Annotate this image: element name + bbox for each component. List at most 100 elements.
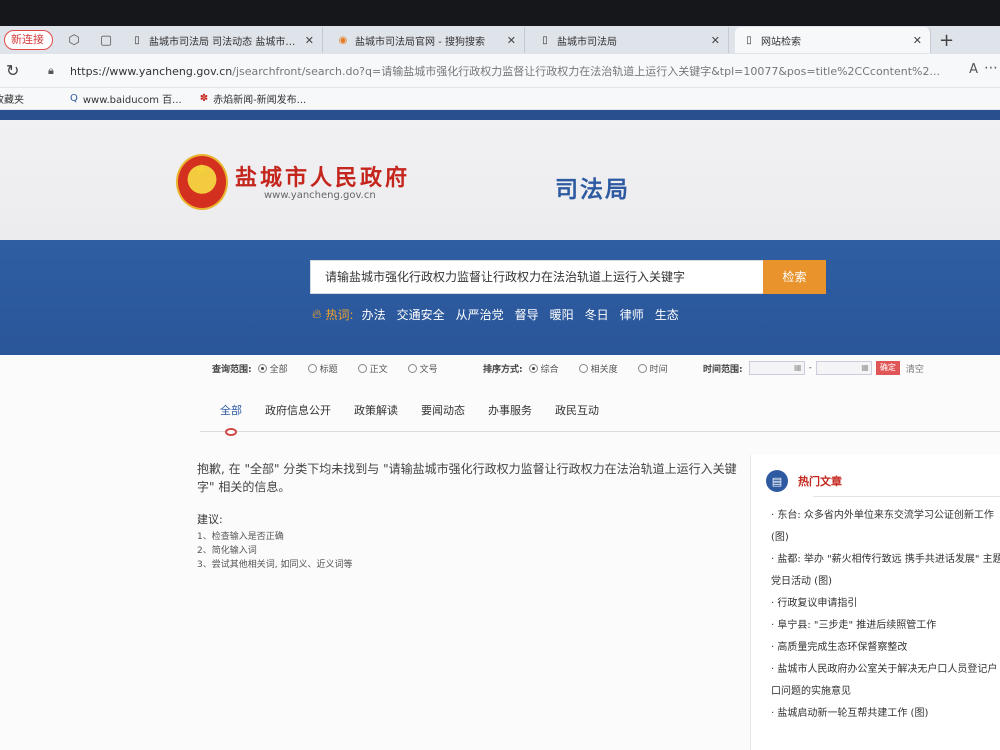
hot-word[interactable]: 生态 — [655, 306, 679, 323]
new-connection-button[interactable]: 新连接 — [4, 30, 53, 50]
bookmark-baidu[interactable]: Q www.baiducom 百... — [70, 91, 182, 106]
sort-label: 排序方式: — [483, 364, 523, 375]
radio-icon — [357, 363, 367, 373]
option-label: 综合 — [540, 364, 559, 375]
hot-word[interactable]: 律师 — [620, 306, 644, 323]
hot-word[interactable]: 交通安全 — [397, 306, 445, 323]
close-icon[interactable]: ✕ — [305, 34, 314, 47]
hot-word[interactable]: 办法 — [362, 306, 386, 323]
radio-icon — [257, 363, 267, 373]
hot-article-link[interactable]: 盐城市人民政府办公室关于解决无户口人员登记户口问题的实施意见 — [771, 659, 1000, 703]
site-header: 盐城市人民政府 www.yancheng.gov.cn 司法局 — [0, 120, 1000, 240]
sort-option[interactable]: 时间 — [637, 362, 668, 375]
suggestion-item: 3、尝试其他相关词, 如同义、近义词等 — [197, 560, 353, 570]
hot-word[interactable]: 冬日 — [585, 306, 609, 323]
tab-2[interactable]: ◉ 盐城市司法局官网 - 搜狗搜索 ✕ — [329, 27, 525, 53]
search-button[interactable]: 检索 — [763, 260, 826, 294]
more-icon[interactable]: ⋯ — [984, 60, 998, 76]
tab-1[interactable]: ▯ 盐城市司法局 司法动态 盐城市司法局 ✕ — [123, 27, 323, 53]
site-domain: www.yancheng.gov.cn — [264, 190, 376, 201]
address-toolbar: ↻ 🔒︎ https://www.yancheng.gov.cn/jsearch… — [0, 54, 1000, 88]
close-icon[interactable]: ✕ — [913, 34, 922, 47]
tab-all[interactable]: 全部 — [220, 402, 242, 418]
confirm-button[interactable]: 确定 — [875, 361, 900, 375]
monitor-bezel — [0, 0, 1000, 26]
tab-title: 盐城市司法局 司法动态 盐城市司法局 — [149, 36, 297, 48]
hot-article-link[interactable]: 东台: 众多省内外单位来东交流学习公证创新工作 (图) — [771, 505, 1000, 549]
start-date-input[interactable]: ▦ — [748, 361, 805, 375]
hot-article-link[interactable]: 行政复议申请指引 — [771, 593, 1000, 615]
tab-actions-icon[interactable]: ▢ — [95, 29, 117, 51]
hot-article-link[interactable]: 盐都: 举办 "薪火相传行致远 携手共进话发展" 主题党日活动 (图) — [771, 549, 1000, 593]
tab-4-active[interactable]: ▯ 网站检索 ✕ — [735, 27, 931, 53]
top-stripe — [0, 110, 1000, 120]
option-label: 标题 — [319, 364, 338, 375]
hot-word[interactable]: 暖阳 — [550, 306, 574, 323]
document-icon: ▤ — [766, 470, 788, 492]
browser-screen: 新连接 ⬡ ▢ ▯ 盐城市司法局 司法动态 盐城市司法局 ✕ ◉ 盐城市司法局官… — [0, 0, 1000, 750]
tab-3[interactable]: ▯ 盐城市司法局 ✕ — [531, 27, 729, 53]
radio-icon — [637, 363, 647, 373]
close-icon[interactable]: ✕ — [507, 34, 516, 47]
tab-title: 盐城市司法局官网 - 搜狗搜索 — [355, 36, 485, 48]
bookmark-label: 赤焰新闻-新闻发布... — [213, 95, 307, 106]
search-input[interactable]: 请输盐城市强化行政权力监督让行政权力在法治轨道上运行入关键字 — [310, 260, 765, 294]
tab-gov-info[interactable]: 政府信息公开 — [265, 402, 331, 418]
bookmark-favorites[interactable]: 收藏夹 — [0, 91, 24, 106]
tab-title: 盐城市司法局 — [557, 36, 617, 48]
suggestion-item: 2、简化输入词 — [197, 546, 257, 556]
national-emblem-icon — [176, 154, 228, 210]
tab-interaction[interactable]: 政民互动 — [555, 402, 599, 418]
hot-word[interactable]: 从严治党 — [456, 306, 504, 323]
bookmark-news[interactable]: ✽ 赤焰新闻-新闻发布... — [200, 91, 307, 106]
option-label: 正文 — [369, 364, 388, 375]
bookmark-label: 收藏夹 — [0, 95, 24, 106]
hot-article-link[interactable]: 盐城启动新一轮互帮共建工作 (图) — [771, 703, 1000, 725]
hot-articles-header: ▤ 热门文章 — [766, 470, 842, 492]
sort-option[interactable]: 相关度 — [578, 362, 618, 375]
tab-strip: 新连接 ⬡ ▢ ▯ 盐城市司法局 司法动态 盐城市司法局 ✕ ◉ 盐城市司法局官… — [0, 26, 1000, 54]
option-label: 相关度 — [590, 364, 618, 375]
scope-option[interactable]: 文号 — [407, 362, 438, 375]
radio-icon — [307, 363, 317, 373]
radio-icon — [528, 363, 538, 373]
scope-option[interactable]: 全部 — [257, 362, 288, 375]
hot-word[interactable]: 督导 — [515, 306, 539, 323]
category-divider — [200, 431, 1000, 432]
tab-news[interactable]: 要闻动态 — [421, 402, 465, 418]
hot-words: 🔥︎ 热词: 办法 交通安全 从严治党 督导 暖阳 冬日 律师 生态 — [312, 306, 690, 323]
tab-policy[interactable]: 政策解读 — [354, 402, 398, 418]
web-page: 盐城市人民政府 www.yancheng.gov.cn 司法局 请输盐城市强化行… — [0, 110, 1000, 750]
scope-option[interactable]: 正文 — [357, 362, 388, 375]
hot-article-link[interactable]: 阜宁县: "三步走" 推进后续照管工作 — [771, 615, 1000, 637]
search-filters: 查询范围: 全部 标题 正文 文号 排序方式: 综合 相关度 时间 时间范围: … — [0, 355, 1000, 381]
hot-articles-title: 热门文章 — [798, 475, 842, 488]
new-tab-icon[interactable]: + — [939, 30, 954, 51]
address-bar[interactable]: https://www.yancheng.gov.cn/jsearchfront… — [70, 63, 960, 79]
sort-option[interactable]: 综合 — [528, 362, 559, 375]
end-date-input[interactable]: ▦ — [815, 361, 872, 375]
hot-articles-panel: ▤ 热门文章 东台: 众多省内外单位来东交流学习公证创新工作 (图) 盐都: 举… — [750, 455, 1000, 750]
close-icon[interactable]: ✕ — [711, 34, 720, 47]
workspaces-icon[interactable]: ⬡ — [63, 29, 85, 51]
category-tabs: 全部 政府信息公开 政策解读 要闻动态 办事服务 政民互动 — [220, 402, 622, 418]
scope-filter: 查询范围: 全部 标题 正文 文号 — [212, 362, 458, 375]
site-title[interactable]: 盐城市人民政府 — [235, 160, 410, 192]
hot-article-link[interactable]: 高质量完成生态环保督察整改 — [771, 637, 1000, 659]
search-icon: Q — [70, 93, 78, 104]
scope-label: 查询范围: — [212, 364, 252, 375]
hot-articles-divider — [813, 496, 1000, 497]
scope-option[interactable]: 标题 — [307, 362, 338, 375]
lock-icon[interactable]: 🔒︎ — [48, 64, 62, 78]
flame-icon: 🔥︎ — [312, 307, 322, 322]
time-filter: 时间范围: ▦ - ▦ 确定 清空 — [703, 361, 924, 375]
clear-button[interactable]: 清空 — [906, 362, 924, 375]
read-aloud-icon[interactable]: A — [969, 62, 978, 77]
radio-icon — [407, 363, 417, 373]
department-title: 司法局 — [555, 177, 630, 203]
reload-icon[interactable]: ↻ — [6, 61, 26, 80]
tab-services[interactable]: 办事服务 — [488, 402, 532, 418]
bookmark-label: www.baiducom 百... — [82, 95, 182, 106]
option-label: 全部 — [269, 364, 288, 375]
url-domain: https://www.yancheng.gov.cn — [70, 64, 233, 78]
